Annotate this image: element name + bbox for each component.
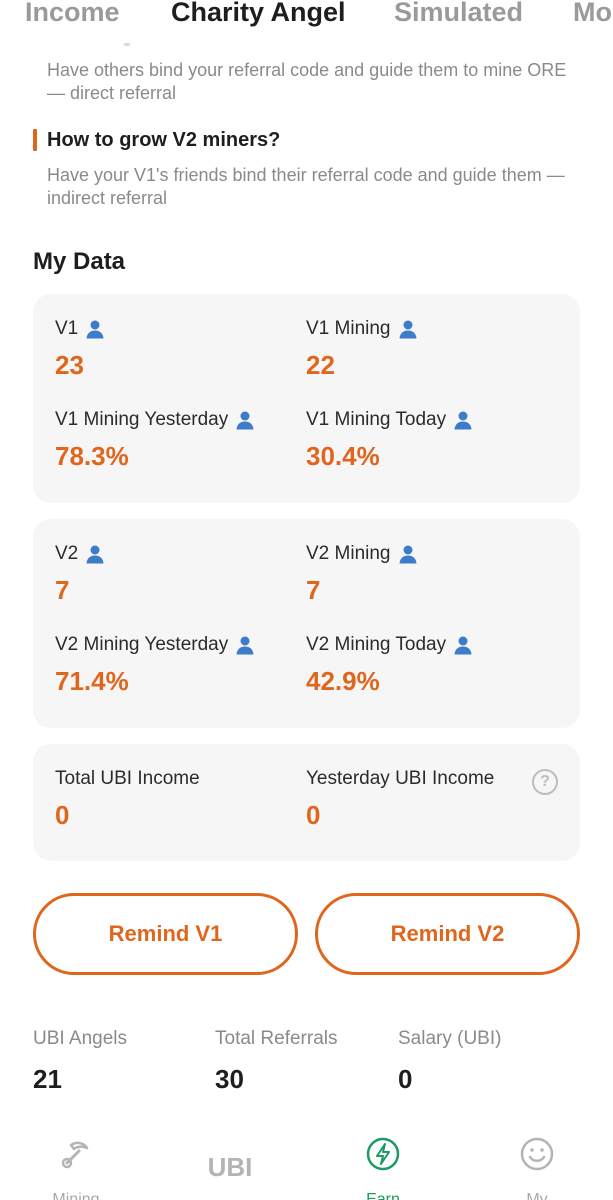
yesterday-ubi-cell: Yesterday UBI Income 0 [306,768,494,831]
v1-count-value: 23 [55,350,84,380]
tab-income[interactable]: Income [25,0,120,28]
tab-more[interactable]: Mo [573,0,612,28]
person-icon [236,636,254,655]
v2-today-value: 42.9% [306,666,380,696]
person-icon [399,320,416,339]
v1-count-label: V1 [55,318,105,340]
ubi-angels-stat: UBI Angels 21 [33,1028,127,1095]
v2-stats-card: V2 7 V2 Mining 7 V2 Mining Yesterday 71.… [33,519,580,728]
v1-stats-card: V1 23 V1 Mining 22 V1 Mining Yesterday 7… [33,294,580,503]
total-ubi-value: 0 [55,800,70,830]
nav-mining-label: Mining [52,1191,100,1200]
nav-my[interactable]: My [477,1136,597,1200]
v1-description: Have others bind your referral code and … [47,60,567,103]
help-icon[interactable]: ? [532,769,558,795]
v2-count-label: V2 [55,543,105,565]
salary-value: 0 [398,1064,413,1094]
heading-accent-bar [33,129,37,151]
person-icon [454,636,472,655]
v1-today-value: 30.4% [306,441,380,471]
total-referrals-label: Total Referrals [215,1028,338,1049]
ubi-angels-label: UBI Angels [33,1028,127,1049]
v2-mining-label: V2 Mining [306,543,418,565]
nav-mining[interactable]: Mining [16,1136,136,1200]
remind-v1-button[interactable]: Remind V1 [33,893,298,975]
v2-yesterday-label: V2 Mining Yesterday [55,634,255,656]
v1-count-cell: V1 23 [55,318,105,381]
person-icon [86,545,104,564]
v1-mining-label: V1 Mining [306,318,418,340]
nav-earn[interactable]: Earn [323,1136,443,1200]
v2-today-cell: V2 Mining Today 42.9% [306,634,473,697]
salary-stat: Salary (UBI) 0 [398,1028,501,1095]
nav-ubi[interactable]: UBI [170,1152,290,1183]
person-icon [454,411,472,430]
remind-v2-button[interactable]: Remind V2 [315,893,580,975]
total-ubi-cell: Total UBI Income 0 [55,768,200,831]
ubi-angels-value: 21 [33,1064,62,1094]
lightning-icon [366,1137,400,1171]
person-icon [399,545,416,564]
top-tabs: Income Charity Angel Simulated Mo [0,0,613,34]
v2-yesterday-value: 71.4% [55,666,129,696]
tab-charity-angel[interactable]: Charity Angel [171,0,346,28]
v1-mining-value: 22 [306,350,335,380]
v1-today-cell: V1 Mining Today 30.4% [306,409,473,472]
total-referrals-stat: Total Referrals 30 [215,1028,338,1095]
salary-label: Salary (UBI) [398,1028,502,1049]
v1-today-label: V1 Mining Today [306,409,473,431]
v2-mining-cell: V2 Mining 7 [306,543,418,606]
yesterday-ubi-label: Yesterday UBI Income [306,768,495,789]
v2-heading-text: How to grow V2 miners? [47,128,281,151]
v1-mining-cell: V1 Mining 22 [306,318,418,381]
person-icon [86,320,104,339]
total-ubi-label: Total UBI Income [55,768,200,789]
nav-my-label: My [526,1191,548,1200]
nav-earn-label: Earn [366,1191,400,1200]
v2-count-value: 7 [55,575,70,605]
nav-ubi-label: UBI [207,1152,253,1182]
v2-mining-value: 7 [306,575,321,605]
v2-heading: How to grow V2 miners? [33,128,280,152]
v2-count-cell: V2 7 [55,543,105,606]
my-data-title: My Data [33,248,126,275]
v1-yesterday-label: V1 Mining Yesterday [55,409,255,431]
v1-yesterday-cell: V1 Mining Yesterday 78.3% [55,409,255,472]
smiley-icon [520,1137,554,1171]
total-referrals-value: 30 [215,1064,244,1094]
ubi-income-card: Total UBI Income 0 Yesterday UBI Income … [33,744,580,861]
v1-yesterday-value: 78.3% [55,441,129,471]
person-icon [236,411,254,430]
v2-yesterday-cell: V2 Mining Yesterday 71.4% [55,634,255,697]
v2-description: Have your V1's friends bind their referr… [47,165,565,208]
v2-today-label: V2 Mining Today [306,634,473,656]
tab-simulated[interactable]: Simulated [394,0,523,28]
yesterday-ubi-value: 0 [306,800,321,830]
divider [124,43,130,46]
pickaxe-icon [61,1141,89,1169]
